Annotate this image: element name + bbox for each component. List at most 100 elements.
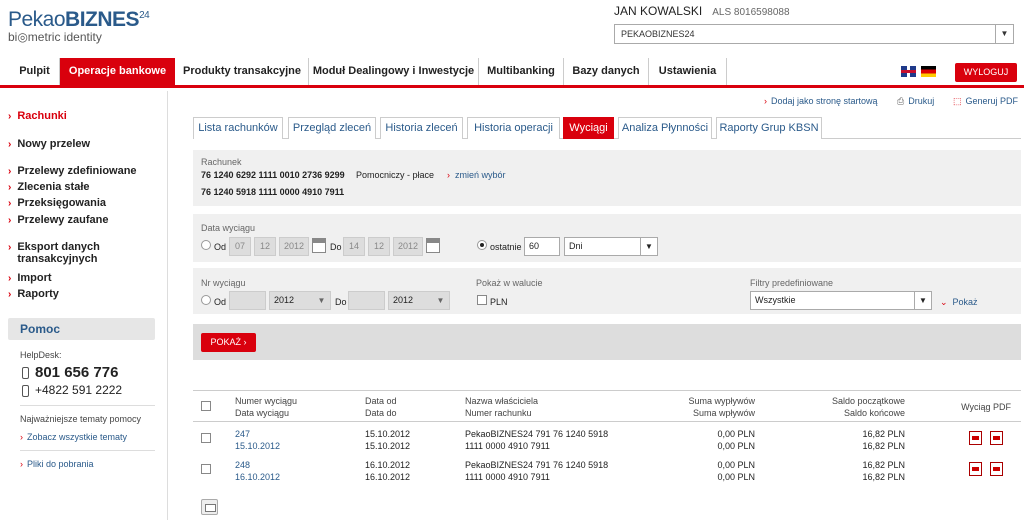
- pln-checkbox[interactable]: [477, 295, 487, 305]
- col-sums: Suma wypływów Suma wpływów: [688, 396, 755, 418]
- tab-lista-rachunkow[interactable]: Lista rachunków: [193, 117, 283, 139]
- pln-label: PLN: [490, 297, 508, 307]
- number-to-input[interactable]: [348, 291, 385, 310]
- date-from-day[interactable]: 07: [229, 237, 251, 256]
- tab-wyciagi[interactable]: Wyciągi: [563, 117, 614, 139]
- show-button[interactable]: POKAŻ ›: [201, 333, 256, 352]
- tabs: Lista rachunków Przegląd zleceń Historia…: [193, 117, 1021, 139]
- downloads-link[interactable]: › Pliki do pobrania: [8, 459, 155, 469]
- divider: [20, 405, 155, 406]
- chevron-right-icon: ›: [8, 273, 12, 284]
- nav-item-produkty-transakcyjne[interactable]: Produkty transakcyjne: [176, 58, 309, 85]
- calendar-icon[interactable]: [312, 238, 326, 253]
- row-sums: 0,00 PLN 0,00 PLN: [717, 429, 755, 451]
- helpdesk-phone-main: 801 656 776: [8, 364, 155, 381]
- statement-link[interactable]: 247 15.10.2012: [235, 428, 280, 452]
- chevron-down-icon[interactable]: ▼: [995, 25, 1013, 43]
- chevron-down-icon[interactable]: ▼: [640, 238, 657, 255]
- chevron-down-icon[interactable]: ▼: [914, 292, 931, 309]
- add-start-page-link[interactable]: › Dodaj jako stronę startową: [764, 96, 878, 106]
- date-to-month[interactable]: 12: [368, 237, 390, 256]
- select-all-checkbox[interactable]: [201, 401, 211, 411]
- pdf-icon[interactable]: [969, 462, 982, 476]
- last-label: ostatnie: [490, 242, 522, 252]
- tab-historia-operacji[interactable]: Historia operacji: [467, 117, 560, 139]
- change-selection-link[interactable]: › zmień wybór: [447, 170, 506, 180]
- tab-analiza-plynnosci[interactable]: Analiza Płynności: [618, 117, 712, 139]
- sidebar-item-rachunki[interactable]: › Rachunki: [8, 110, 67, 122]
- statement-link[interactable]: 248 16.10.2012: [235, 459, 280, 483]
- date-to-day[interactable]: 14: [343, 237, 365, 256]
- chevron-down-icon[interactable]: ▼: [313, 292, 330, 309]
- date-from-year[interactable]: 2012: [279, 237, 309, 256]
- pdf-icon[interactable]: [969, 431, 982, 445]
- statement-date-label: Data wyciągu: [201, 223, 256, 233]
- pdf-zip-icon[interactable]: [990, 431, 1003, 445]
- number-from-year-select[interactable]: 2012 ▼: [269, 291, 331, 310]
- calendar-icon[interactable]: [426, 238, 440, 253]
- tab-przeglad-zlecen[interactable]: Przegląd zleceń: [288, 117, 376, 139]
- generate-pdf-link[interactable]: ⬚ Generuj PDF: [953, 96, 1018, 107]
- all-topics-link[interactable]: › Zobacz wszystkie tematy: [8, 432, 155, 442]
- context-select[interactable]: PEKAOBIZNES24 ▼: [614, 24, 1014, 44]
- pdf-icon: ⬚: [953, 96, 962, 106]
- print-icon[interactable]: [201, 499, 218, 515]
- row-checkbox[interactable]: [201, 464, 211, 474]
- nav-item-ustawienia[interactable]: Ustawienia: [649, 58, 727, 85]
- row-dates: 16.10.2012 16.10.2012: [365, 460, 411, 482]
- last-days-input[interactable]: 60: [524, 237, 560, 256]
- date-from-label: Od: [214, 242, 227, 252]
- sidebar: › Rachunki › Nowy przelew › Przelewy zdefin…: [0, 91, 168, 520]
- main-nav: Pulpit Operacje bankowe Produkty transak…: [0, 58, 1024, 88]
- account-number-1: 76 1240 6292 1111 0010 2736 9299: [201, 170, 345, 180]
- nav-item-bazy-danych[interactable]: Bazy danych: [564, 58, 649, 85]
- statements-table: Numer wyciągu Data wyciągu Data od Data do…: [193, 390, 1021, 484]
- date-to-year[interactable]: 2012: [393, 237, 423, 256]
- row-sums: 0,00 PLN 0,00 PLN: [717, 460, 755, 482]
- sidebar-item-import[interactable]: › Import: [8, 272, 52, 284]
- chevron-right-icon: ›: [20, 459, 23, 469]
- date-range-radio[interactable]: [201, 240, 211, 250]
- last-days-radio[interactable]: [477, 240, 487, 250]
- sidebar-item-zlecenia-stale[interactable]: › Zlecenia stałe: [8, 181, 90, 193]
- chevron-right-icon: ›: [447, 170, 450, 180]
- user-als: ALS 8016598088: [712, 7, 790, 18]
- chevron-right-icon: ›: [8, 215, 12, 226]
- tab-historia-zlecen[interactable]: Historia zleceń: [380, 117, 463, 139]
- period-unit-select[interactable]: Dni ▼: [564, 237, 658, 256]
- table-row: 248 16.10.2012 16.10.2012 16.10.2012 Pekao…: [193, 453, 1021, 484]
- show-filters-link[interactable]: ⌄ Pokaż: [940, 297, 978, 308]
- print-link[interactable]: ⎙ Drukuj: [897, 96, 934, 107]
- sidebar-item-przelewy-zaufane[interactable]: › Przelewy zaufane: [8, 214, 108, 226]
- sidebar-item-raporty[interactable]: › Raporty: [8, 288, 59, 300]
- nav-item-multibanking[interactable]: Multibanking: [479, 58, 564, 85]
- context-select-value: PEKAOBIZNES24: [621, 29, 695, 39]
- chevron-right-icon: ›: [8, 289, 12, 300]
- date-from-month[interactable]: 12: [254, 237, 276, 256]
- logout-button[interactable]: WYLOGUJ: [955, 63, 1017, 82]
- col-dates: Data od Data do: [365, 396, 397, 418]
- nav-item-operacje-bankowe[interactable]: Operacje bankowe: [60, 58, 175, 85]
- pdf-zip-icon[interactable]: [990, 462, 1003, 476]
- row-checkbox[interactable]: [201, 433, 211, 443]
- sidebar-item-przeksiegowania[interactable]: › Przeksięgowania: [8, 197, 106, 209]
- row-balances: 16,82 PLN 16,82 PLN: [862, 429, 905, 451]
- flag-de-icon[interactable]: [921, 66, 936, 77]
- number-from-input[interactable]: [229, 291, 266, 310]
- predefined-filters-select[interactable]: Wszystkie ▼: [750, 291, 932, 310]
- table-header: Numer wyciągu Data wyciągu Data od Data do…: [193, 390, 1021, 422]
- tab-raporty-grup-kbsn[interactable]: Raporty Grup KBSN: [716, 117, 822, 139]
- account-number-2: 76 1240 5918 1111 0000 4910 7911: [201, 187, 345, 197]
- number-to-year-select[interactable]: 2012 ▼: [388, 291, 450, 310]
- sidebar-item-nowy-przelew[interactable]: › Nowy przelew: [8, 138, 90, 150]
- number-range-radio[interactable]: [201, 295, 211, 305]
- nav-item-modul-dealingowy[interactable]: Moduł Dealingowy i Inwestycje: [309, 58, 479, 85]
- logo-bold: BIZNES: [65, 8, 140, 31]
- flag-uk-icon[interactable]: [901, 66, 916, 77]
- help-topics-label: Najważniejsze tematy pomocy: [20, 414, 142, 424]
- sidebar-item-przelewy-zdefiniowane[interactable]: › Przelewy zdefiniowane: [8, 165, 137, 177]
- chevron-down-icon[interactable]: ▼: [432, 292, 449, 309]
- sidebar-item-eksport[interactable]: › Eksport danych transakcyjnych: [8, 241, 118, 265]
- chevron-right-icon: ›: [8, 111, 12, 122]
- nav-item-pulpit[interactable]: Pulpit: [10, 58, 60, 85]
